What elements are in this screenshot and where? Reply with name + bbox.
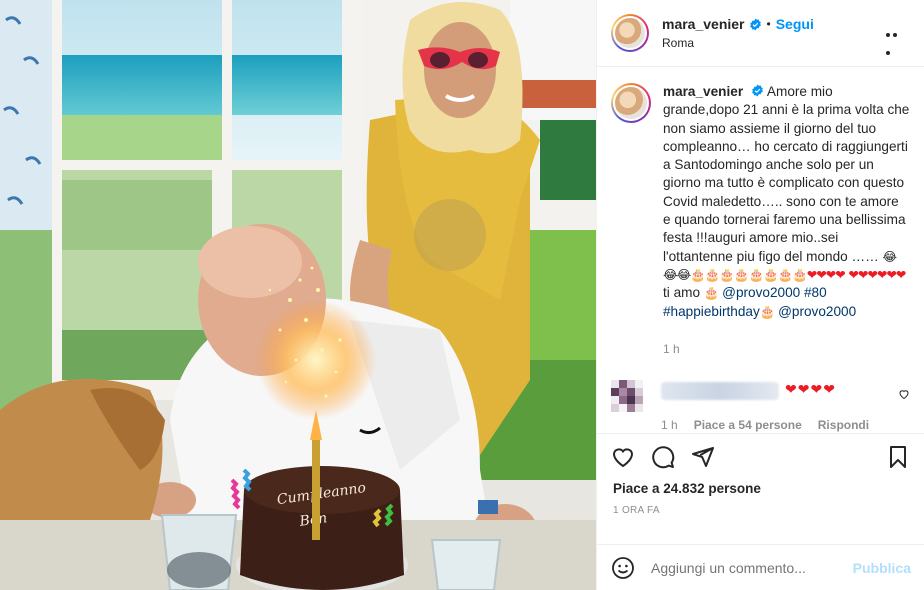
save-bookmark-icon[interactable]	[886, 445, 910, 469]
comment-reply-button[interactable]: Rispondi	[818, 418, 869, 432]
caption-cake-emoji: 🎂	[703, 286, 720, 301]
caption-ti-amo: ti amo	[663, 285, 701, 301]
post-time-ago[interactable]: 1 ORA FA	[597, 496, 924, 516]
add-comment-bar: Pubblica	[597, 544, 924, 590]
more-options-icon[interactable]	[886, 24, 906, 55]
comment-hearts-emoji: ❤❤❤❤	[785, 381, 836, 398]
commenter-username-blurred[interactable]	[661, 382, 779, 401]
caption-faces-emoji: 😂😂	[663, 267, 691, 282]
like-heart-icon[interactable]	[611, 445, 635, 469]
emoji-smile-icon[interactable]	[611, 556, 635, 580]
comment-meta: 1 h Piace a 54 persone Rispondi	[661, 418, 910, 432]
caption-cakes-emoji: 🎂🎂🎂🎂🎂🎂🎂🎂	[690, 267, 808, 282]
post-photo[interactable]: Cumpleanno Bon	[0, 0, 596, 590]
caption-hearts-emoji: ❤❤❤❤	[806, 267, 846, 282]
publish-button[interactable]: Pubblica	[853, 560, 911, 576]
author-username[interactable]: mara_venier	[662, 16, 745, 32]
post-side-panel: mara_venier • Segui Roma mara_venier Amo…	[596, 0, 924, 590]
comment-row: ❤❤❤❤	[611, 380, 910, 413]
caption-mention-1[interactable]: @provo2000	[722, 285, 800, 300]
post-actions	[597, 433, 924, 479]
post-likes-count[interactable]: Piace a 24.832 persone	[597, 479, 924, 496]
caption-hearts-emoji-2: ❤❤❤❤❤❤	[848, 267, 906, 282]
caption-username[interactable]: mara_venier	[663, 84, 743, 99]
caption-text: Amore mio grande,dopo 21 anni è la prima…	[663, 84, 910, 264]
comment-likes[interactable]: Piace a 54 persone	[694, 418, 802, 432]
caption-face-emoji: 😂	[882, 249, 897, 264]
share-send-icon[interactable]	[691, 445, 715, 469]
caption-mention-2[interactable]: @provo2000	[778, 304, 856, 319]
post-header: mara_venier • Segui Roma	[597, 0, 924, 67]
comment-time[interactable]: 1 h	[661, 418, 678, 432]
caption-verified-badge-icon	[752, 84, 763, 97]
comment-bubble-icon[interactable]	[651, 445, 675, 469]
commenter-avatar[interactable]	[611, 380, 643, 413]
follow-button[interactable]: Segui	[776, 16, 814, 32]
verified-badge-icon	[749, 18, 761, 30]
header-separator: •	[766, 17, 771, 31]
comment-like-heart-icon[interactable]	[898, 388, 910, 400]
comments-section: mara_venier Amore mio grande,dopo 21 ann…	[597, 67, 924, 433]
add-comment-input[interactable]	[651, 559, 853, 576]
caption-author-avatar[interactable]	[611, 83, 651, 123]
caption-cake-emoji-2: 🎂	[759, 304, 776, 319]
caption-time[interactable]: 1 h	[663, 340, 910, 358]
author-avatar[interactable]	[611, 14, 649, 52]
post-image-illustration: Cumpleanno Bon	[0, 0, 596, 590]
caption: mara_venier Amore mio grande,dopo 21 ann…	[611, 83, 910, 358]
post-location[interactable]: Roma	[662, 36, 814, 50]
